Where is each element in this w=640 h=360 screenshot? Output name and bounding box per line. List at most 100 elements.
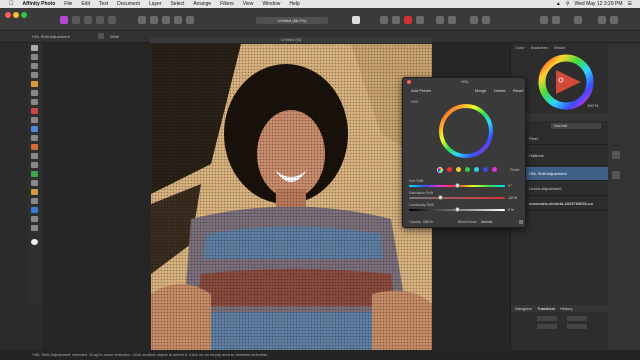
zoom-window-button[interactable] <box>21 12 27 18</box>
document-tab[interactable]: Untitled (M) <box>150 37 432 43</box>
menu-edit[interactable]: Edit <box>81 1 90 7</box>
context-mode-label[interactable]: Wide <box>110 34 119 39</box>
blues-range-icon[interactable] <box>483 167 488 172</box>
transform-y-field[interactable] <box>537 324 557 329</box>
master-range-icon[interactable] <box>437 167 443 173</box>
hue-shift-value[interactable]: 0 ° <box>508 184 512 188</box>
quick-mask-icon[interactable] <box>404 16 412 24</box>
erase-brush-icon[interactable] <box>31 135 38 141</box>
share-icon[interactable] <box>610 16 618 24</box>
refine-icon[interactable] <box>416 16 424 24</box>
dodge-brush-icon[interactable] <box>31 144 38 150</box>
magentas-range-icon[interactable] <box>492 167 497 172</box>
menu-select[interactable]: Select <box>170 1 184 7</box>
assistant-icon[interactable] <box>448 16 456 24</box>
merge-button[interactable]: Merge <box>475 88 486 93</box>
clone-brush-icon[interactable] <box>31 153 38 159</box>
freehand-select-icon[interactable] <box>31 99 38 105</box>
menu-view[interactable]: View <box>243 1 254 7</box>
hue-shift-knob[interactable] <box>455 183 460 188</box>
selection-brush-icon[interactable] <box>31 72 38 78</box>
zoom-tool-icon[interactable] <box>31 225 38 231</box>
clock-text[interactable]: Wed May 12 3:29 PM <box>575 1 623 7</box>
add-preset-button[interactable]: Add Preset <box>411 88 431 93</box>
marquee-tool-icon[interactable] <box>31 90 38 96</box>
menu-window[interactable]: Window <box>263 1 281 7</box>
liquify-persona-icon[interactable] <box>72 16 80 24</box>
transform-w-field[interactable] <box>567 316 587 321</box>
reset-button[interactable]: Reset <box>513 88 523 93</box>
tab-transform[interactable]: Transform <box>537 305 555 312</box>
color-picker-icon[interactable] <box>31 108 38 114</box>
paint-brush-icon[interactable] <box>31 117 38 123</box>
user-icon[interactable] <box>598 16 606 24</box>
text-tool-icon[interactable] <box>31 216 38 222</box>
snapping-icon[interactable] <box>436 16 444 24</box>
deselect-icon[interactable] <box>380 16 388 24</box>
menu-document[interactable]: Document <box>117 1 140 7</box>
shape-tool-icon[interactable] <box>31 207 38 213</box>
auto-levels-icon[interactable] <box>150 16 158 24</box>
yellows-range-icon[interactable] <box>456 167 461 172</box>
panel-toggle-icon[interactable] <box>540 16 548 24</box>
greens-range-icon[interactable] <box>465 167 470 172</box>
menu-filters[interactable]: Filters <box>220 1 234 7</box>
reds-range-icon[interactable] <box>447 167 452 172</box>
panel-toggle-2-icon[interactable] <box>552 16 560 24</box>
menu-layer[interactable]: Layer <box>149 1 162 7</box>
menu-arrange[interactable]: Arrange <box>193 1 211 7</box>
tab-stroke[interactable]: Stroke <box>554 45 566 50</box>
picker-label[interactable]: Picker <box>510 168 520 172</box>
tab-swatches[interactable]: Swatches <box>531 45 548 50</box>
primary-color-swatch[interactable] <box>31 239 38 245</box>
align-icon[interactable] <box>482 16 490 24</box>
blur-brush-icon[interactable] <box>31 162 38 168</box>
saturation-shift-slider[interactable] <box>409 197 505 199</box>
saturation-shift-value[interactable]: -32 % <box>508 196 517 200</box>
tab-history[interactable]: History <box>560 305 572 312</box>
menu-file[interactable]: File <box>64 1 72 7</box>
saturation-shift-knob[interactable] <box>438 195 443 200</box>
selection-mode-icon[interactable] <box>352 16 360 24</box>
menu-extras-icon[interactable]: ☰ <box>628 1 632 7</box>
wifi-icon[interactable]: ▲ <box>556 1 561 7</box>
transform-x-field[interactable] <box>537 316 557 321</box>
zoom-field[interactable]: Untitled (88.2%) <box>256 17 328 24</box>
view-tool-icon[interactable] <box>31 54 38 60</box>
delete-button[interactable]: Delete <box>494 88 506 93</box>
view-tool-icon[interactable] <box>138 16 146 24</box>
app-menu[interactable]: Affinity Photo <box>23 1 56 7</box>
luminosity-shift-knob[interactable] <box>455 207 460 212</box>
document-photo[interactable] <box>151 44 432 350</box>
auto-colors-icon[interactable] <box>174 16 182 24</box>
export-persona-icon[interactable] <box>108 16 116 24</box>
auto-contrast-icon[interactable] <box>162 16 170 24</box>
red-eye-tool-icon[interactable] <box>31 180 38 186</box>
auto-white-balance-icon[interactable] <box>186 16 194 24</box>
invert-selection-icon[interactable] <box>392 16 400 24</box>
tab-color[interactable]: Color <box>515 45 525 50</box>
flood-select-icon[interactable] <box>31 81 38 87</box>
studio-icon[interactable] <box>574 16 582 24</box>
layer-blend-select[interactable]: Normal <box>551 123 601 129</box>
context-option-icon[interactable] <box>98 33 104 39</box>
search-icon[interactable]: ⚲ <box>566 1 570 7</box>
menu-help[interactable]: Help <box>289 1 299 7</box>
pen-tool-icon[interactable] <box>31 189 38 195</box>
luminosity-shift-value[interactable]: 0 % <box>508 208 514 212</box>
photo-persona-icon[interactable] <box>60 16 68 24</box>
minimize-window-button[interactable] <box>13 12 19 18</box>
arrange-icon[interactable] <box>470 16 478 24</box>
hue-wheel[interactable] <box>437 102 495 160</box>
hsv-label[interactable]: HSV <box>411 100 418 104</box>
develop-persona-icon[interactable] <box>84 16 92 24</box>
crop-tool-icon[interactable] <box>31 63 38 69</box>
transform-h-field[interactable] <box>567 324 587 329</box>
menu-text[interactable]: Text <box>99 1 108 7</box>
move-tool-icon[interactable] <box>31 45 38 51</box>
apple-menu-icon[interactable]:  <box>9 1 14 7</box>
cyans-range-icon[interactable] <box>474 167 479 172</box>
inpainting-brush-icon[interactable] <box>31 171 38 177</box>
tone-map-persona-icon[interactable] <box>96 16 104 24</box>
fill-tool-icon[interactable] <box>31 126 38 132</box>
